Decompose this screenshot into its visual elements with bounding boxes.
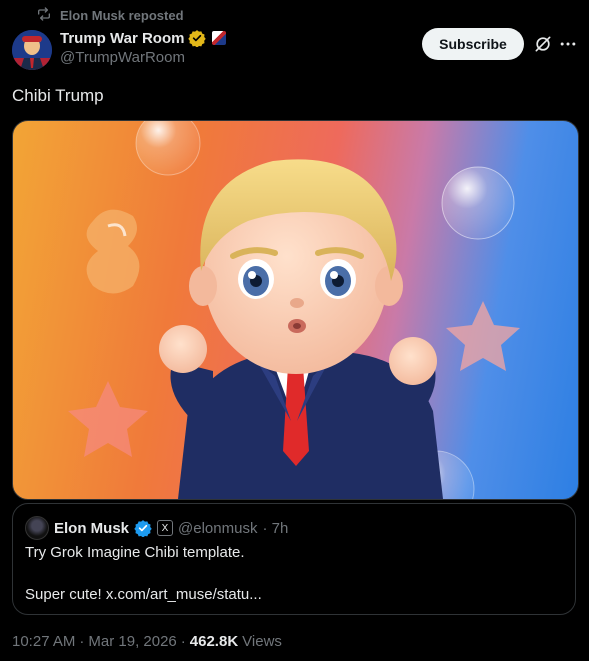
views-label[interactable]: Views <box>242 633 282 650</box>
author-handle[interactable]: @TrumpWarRoom <box>60 49 226 66</box>
quote-timestamp[interactable]: · 7h <box>262 520 288 537</box>
quote-author-avatar[interactable] <box>25 516 49 540</box>
views-count[interactable]: 462.8K <box>190 633 238 650</box>
post-text: Chibi Trump <box>12 86 104 105</box>
grok-icon[interactable] <box>533 34 553 54</box>
author-display-name[interactable]: Trump War Room <box>60 30 184 47</box>
x-affiliate-badge[interactable]: X <box>157 520 174 536</box>
repost-indicator[interactable]: Elon Musk reposted <box>36 6 184 25</box>
author-avatar[interactable] <box>12 30 52 70</box>
meta-separator: · <box>180 633 186 650</box>
post-meta: 10:27 AM · Mar 19, 2026 · 462.8K Views <box>12 633 282 650</box>
author-block: Trump War Room @TrumpWarRoom <box>60 28 227 66</box>
repost-text: Elon Musk reposted <box>60 8 184 23</box>
affiliate-badge-icon[interactable] <box>212 31 227 45</box>
post-time[interactable]: 10:27 AM <box>12 633 75 650</box>
quote-author-handle[interactable]: @elonmusk <box>178 520 257 537</box>
gold-verified-icon[interactable] <box>188 29 207 47</box>
post-date[interactable]: Mar 19, 2026 <box>88 633 176 650</box>
post-image[interactable] <box>12 120 579 500</box>
quote-text-line-1: Try Grok Imagine Chibi template. <box>25 544 245 561</box>
meta-separator: · <box>79 633 85 650</box>
quote-author-name[interactable]: Elon Musk <box>54 520 129 537</box>
more-icon[interactable] <box>558 34 578 54</box>
repost-icon <box>36 6 52 25</box>
quoted-post[interactable]: Elon Musk X @elonmusk · 7h Try Grok Imag… <box>12 503 576 615</box>
subscribe-button[interactable]: Subscribe <box>422 28 524 60</box>
blue-verified-icon[interactable] <box>134 519 152 537</box>
quote-text-line-2: Super cute! x.com/art_muse/statu... <box>25 586 262 603</box>
